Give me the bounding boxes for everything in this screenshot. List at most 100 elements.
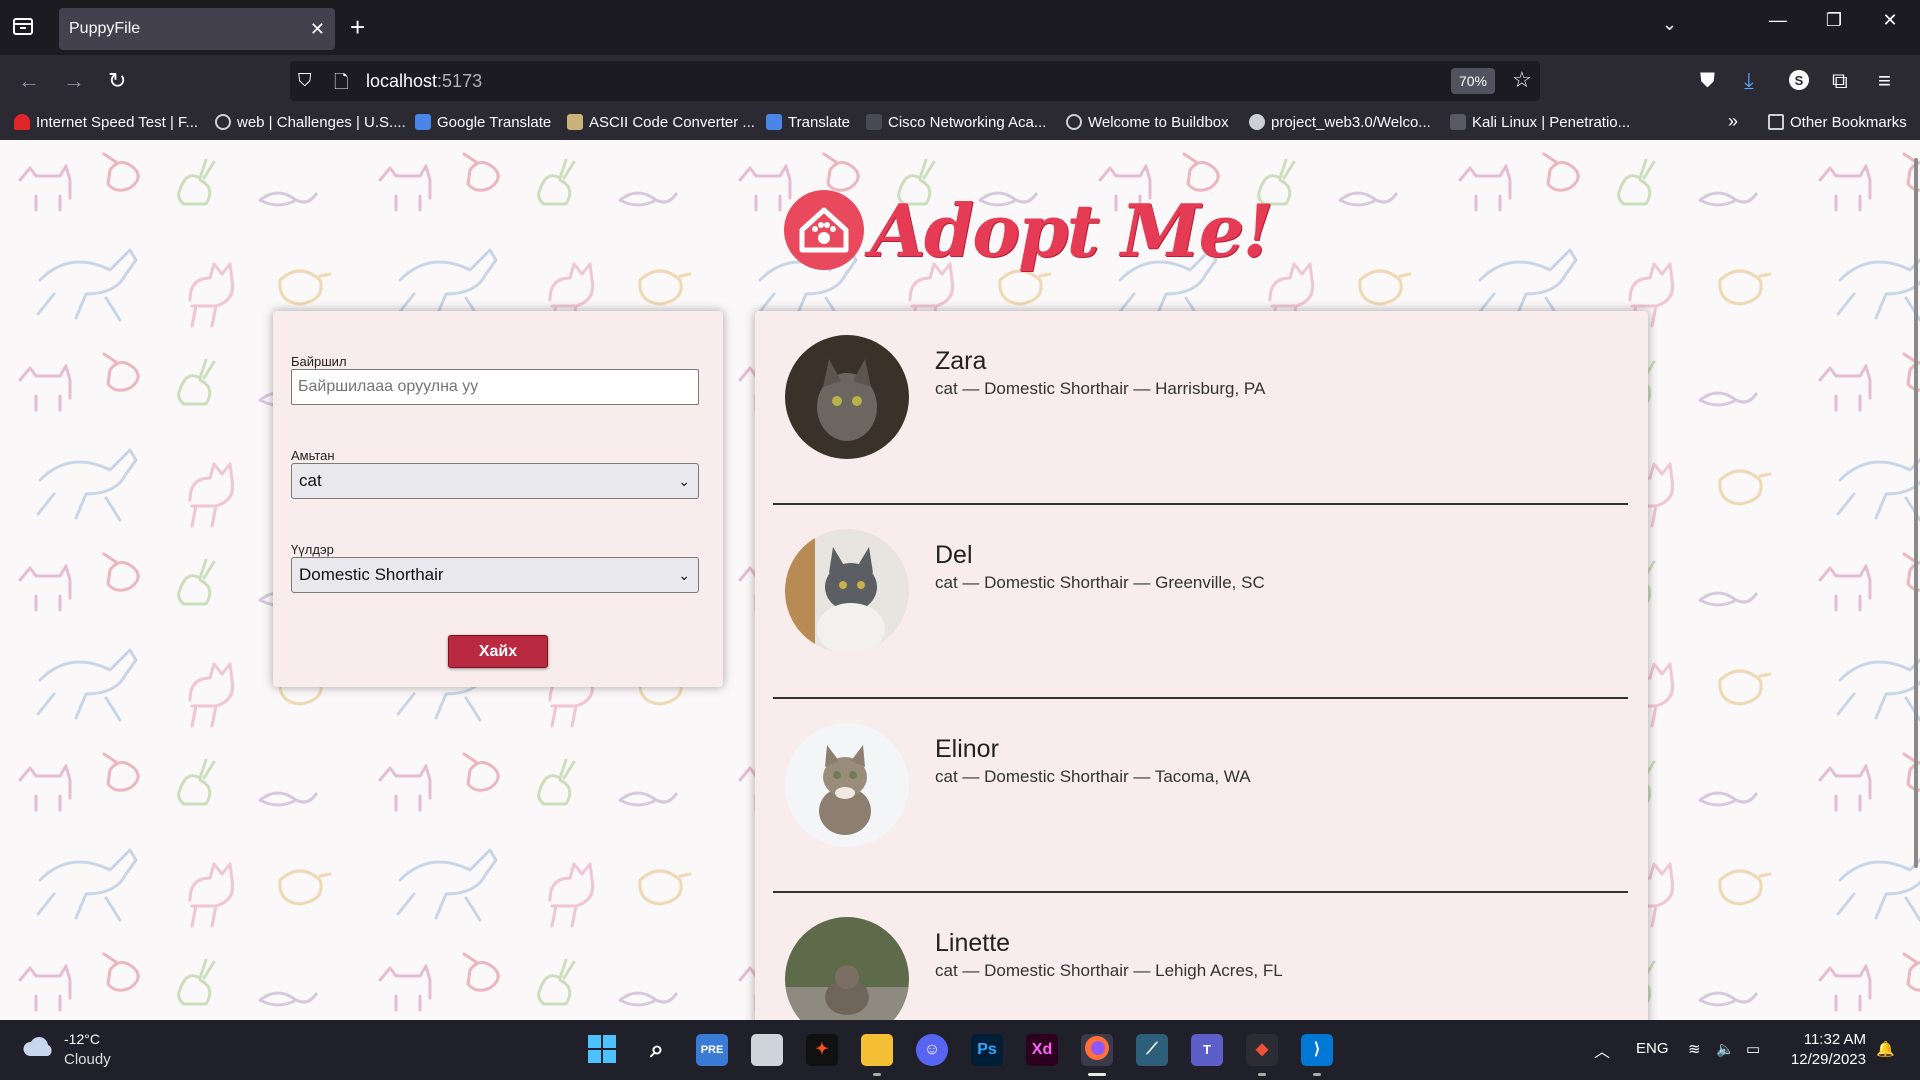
speedtest-icon (14, 114, 30, 130)
chevron-double-right-icon[interactable]: » (1728, 111, 1738, 132)
animal-select-value: cat (299, 471, 322, 490)
language-indicator[interactable]: ENG (1636, 1040, 1669, 1057)
ascii-converter-icon (567, 114, 583, 130)
forward-icon[interactable]: → (63, 69, 85, 93)
bookmark-item[interactable]: Welcome to Buildbox (1066, 114, 1229, 131)
bookmark-item[interactable]: ASCII Code Converter ... (567, 114, 755, 131)
weather-temperature[interactable]: -12°C (64, 1031, 100, 1047)
firefox-icon[interactable] (1081, 1034, 1113, 1066)
cisco-icon (866, 114, 882, 130)
active-tab[interactable]: PuppyFile ✕ (59, 8, 335, 50)
app-running-indicator (1258, 1073, 1266, 1076)
start-icon[interactable] (586, 1034, 618, 1066)
bookmarks-bar: Internet Speed Test | F... web | Challen… (0, 108, 1920, 140)
navigation-bar: ← → ↻ ⛉ 🗋 localhost:5173 70% ☆ ⛊ ⤓ S ⧉ ≡ (0, 55, 1920, 108)
minimize-icon[interactable]: — (1758, 10, 1798, 31)
pet-card[interactable]: Del cat — Domestic Shorthair — Greenvill… (773, 505, 1628, 699)
folder-icon (1768, 114, 1784, 130)
location-input[interactable] (291, 369, 699, 405)
zoom-level[interactable]: 70% (1451, 68, 1495, 94)
close-tab-icon[interactable]: ✕ (310, 8, 325, 50)
chevron-down-icon: ⌄ (678, 567, 690, 583)
extensions-icon[interactable]: ⧉ (1832, 69, 1848, 93)
paw-house-icon (784, 190, 864, 270)
pet-description: cat — Domestic Shorthair — Harrisburg, P… (935, 379, 1266, 398)
menu-icon[interactable]: ≡ (1878, 69, 1891, 93)
account-icon[interactable]: S (1788, 69, 1810, 96)
breed-select[interactable]: Domestic Shorthair ⌄ (291, 557, 699, 593)
vscode-icon[interactable]: ⟩ (1301, 1034, 1333, 1066)
powerbi-icon[interactable]: PRE (696, 1034, 728, 1066)
google-translate-icon (415, 114, 431, 130)
pet-description: cat — Domestic Shorthair — Lehigh Acres,… (935, 961, 1283, 980)
restore-icon[interactable]: ❐ (1814, 10, 1854, 31)
mysql-workbench-icon[interactable]: ⟋ (1136, 1034, 1168, 1066)
weather-condition[interactable]: Cloudy (64, 1051, 111, 1068)
pet-name: Del (935, 541, 973, 569)
new-tab-icon[interactable]: + (350, 12, 365, 42)
folder-icon[interactable] (861, 1034, 893, 1066)
bookmark-item[interactable]: Translate (766, 114, 850, 131)
app-active-indicator (1088, 1073, 1106, 1076)
photoshop-icon[interactable]: Ps (971, 1034, 1003, 1066)
breed-select-value: Domestic Shorthair (299, 565, 444, 584)
search-submit-button[interactable]: Хайх (448, 635, 548, 668)
chevron-down-icon[interactable]: ⌄ (1662, 14, 1677, 35)
bookmark-item[interactable]: Internet Speed Test | F... (14, 114, 198, 131)
pet-card[interactable]: Zara cat — Domestic Shorthair — Harrisbu… (773, 311, 1628, 505)
page-scrollbar[interactable] (1914, 158, 1918, 868)
chevron-up-icon[interactable]: ︿ (1594, 1038, 1610, 1062)
pet-card[interactable]: Elinor cat — Domestic Shorthair — Tacoma… (773, 699, 1628, 893)
pet-card[interactable]: Linette cat — Domestic Shorthair — Lehig… (773, 893, 1628, 1020)
svg-text:S: S (1795, 73, 1804, 88)
download-icon[interactable]: ⤓ (1744, 69, 1754, 93)
kali-icon (1450, 114, 1466, 130)
search-form: Байршил Амьтан cat ⌄ Үүлдэр Domestic Sho… (273, 311, 723, 687)
pocket-icon[interactable]: ⛊ (1700, 69, 1715, 93)
reload-icon[interactable]: ↻ (108, 69, 126, 93)
bookmark-item[interactable]: Kali Linux | Penetratio... (1450, 114, 1630, 131)
git-icon[interactable]: ◆ (1246, 1034, 1278, 1066)
pet-photo-elinor (785, 723, 909, 847)
url-text[interactable]: localhost:5173 (366, 71, 482, 92)
star-icon[interactable]: ☆ (1512, 67, 1532, 93)
bookmark-item[interactable]: web | Challenges | U.S.... (215, 114, 406, 131)
notification-icon[interactable]: 🔔 (1876, 1040, 1895, 1058)
discord-icon[interactable]: ☺ (916, 1034, 948, 1066)
adobe-xd-icon[interactable]: Xd (1026, 1034, 1058, 1066)
bookmark-item[interactable]: Google Translate (415, 114, 551, 131)
teams-icon[interactable]: T (1191, 1034, 1223, 1066)
pet-description: cat — Domestic Shorthair — Greenville, S… (935, 573, 1265, 592)
pet-photo-linette (785, 917, 909, 1020)
shield-icon[interactable]: ⛉ (298, 70, 312, 91)
back-icon[interactable]: ← (18, 69, 40, 93)
pet-description: cat — Domestic Shorthair — Tacoma, WA (935, 767, 1251, 786)
cloud-icon[interactable] (22, 1036, 56, 1058)
page-viewport: Adopt Me! Байршил Амьтан cat ⌄ Үүлдэр Do… (0, 140, 1920, 1020)
tab-list-icon[interactable] (12, 15, 38, 39)
tab-bar: PuppyFile ✕ + ⌄ — ❐ ✕ (0, 0, 1920, 55)
wifi-icon[interactable]: ≋ (1688, 1040, 1701, 1058)
logo-text: Adopt Me! (870, 188, 1274, 273)
url-bar[interactable]: ⛉ 🗋 localhost:5173 70% ☆ (290, 61, 1540, 101)
location-label: Байршил (291, 354, 347, 369)
clock-time[interactable]: 11:32 AM (1786, 1031, 1866, 1048)
pet-results-list: Zara cat — Domestic Shorthair — Harrisbu… (755, 311, 1648, 1020)
search-icon[interactable]: ⌕ (641, 1034, 673, 1066)
other-bookmarks[interactable]: Other Bookmarks (1768, 114, 1907, 131)
bookmark-item[interactable]: Cisco Networking Aca... (866, 114, 1046, 131)
taskbar: -12°C Cloudy ⌕ PRE ✦ ☺ Ps Xd ⟋ T ◆ ⟩ ︿ E… (0, 1020, 1920, 1080)
file-manager-icon[interactable] (751, 1034, 783, 1066)
pet-name: Linette (935, 929, 1011, 957)
battery-icon[interactable]: ▭ (1746, 1040, 1760, 1058)
bookmark-item[interactable]: project_web3.0/Welco... (1249, 114, 1431, 131)
volume-icon[interactable]: 🔈 (1716, 1040, 1735, 1058)
figma-icon[interactable]: ✦ (806, 1034, 838, 1066)
animal-select[interactable]: cat ⌄ (291, 463, 699, 499)
clock-date[interactable]: 12/29/2023 (1786, 1051, 1866, 1068)
pet-name: Zara (935, 347, 987, 375)
close-window-icon[interactable]: ✕ (1870, 10, 1910, 31)
page-icon[interactable]: 🗋 (334, 70, 348, 100)
globe-icon (1066, 114, 1082, 130)
tab-title: PuppyFile (69, 20, 141, 37)
